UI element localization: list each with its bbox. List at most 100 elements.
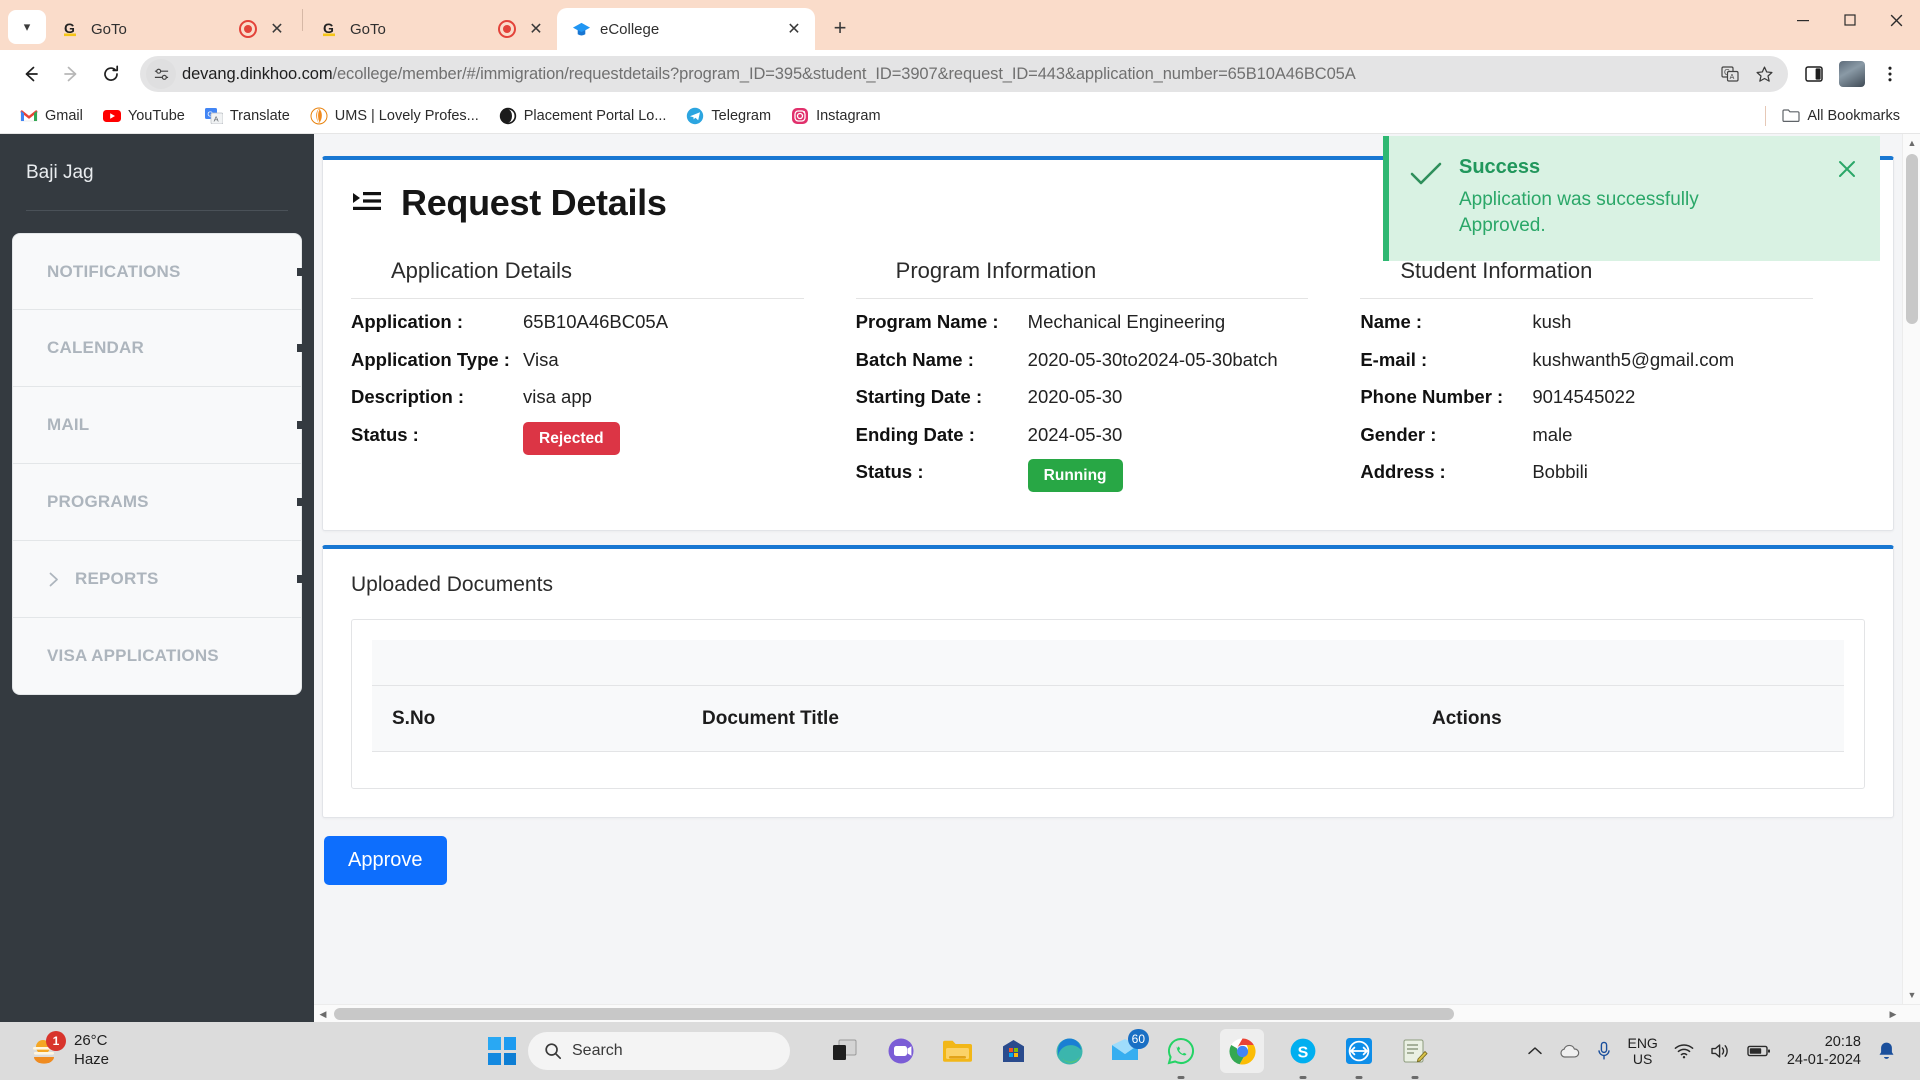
horizontal-scroll-thumb[interactable] <box>334 1008 1454 1020</box>
vertical-scroll-thumb[interactable] <box>1906 154 1918 324</box>
program-information-column: Program Information Program Name : Mecha… <box>855 258 1361 504</box>
browser-tab-2[interactable]: G GoTo ✕ <box>307 8 557 50</box>
maximize-button[interactable] <box>1826 0 1873 40</box>
section-divider <box>855 298 1309 299</box>
language-indicator[interactable]: ENG US <box>1627 1035 1657 1067</box>
new-tab-button[interactable]: + <box>825 13 855 43</box>
instagram-icon <box>791 107 809 125</box>
vertical-scrollbar[interactable]: ▲ ▼ <box>1902 134 1920 1022</box>
toast-close-icon[interactable] <box>1832 156 1862 239</box>
volume-icon[interactable] <box>1710 1043 1731 1059</box>
kebab-menu-icon[interactable] <box>1872 56 1908 92</box>
teamviewer-icon[interactable] <box>1342 1034 1376 1079</box>
tab-close-icon[interactable]: ✕ <box>525 18 547 40</box>
bookmark-placement-portal[interactable]: Placement Portal Lo... <box>491 103 675 129</box>
reload-button[interactable] <box>92 55 130 93</box>
main-content: Request Details Application Details Appl… <box>314 134 1920 1022</box>
taskbar-search[interactable]: Search <box>528 1032 790 1070</box>
skype-icon[interactable]: S <box>1286 1034 1320 1079</box>
bookmark-instagram[interactable]: Instagram <box>783 103 888 129</box>
tab-search-icon[interactable]: ▾ <box>8 10 46 44</box>
address-bar[interactable]: devang.dinkhoo.com/ecollege/member/#/imm… <box>140 56 1788 92</box>
sidebar-item-label: REPORTS <box>75 569 159 588</box>
side-panel-icon[interactable] <box>1796 56 1832 92</box>
microsoft-store-icon[interactable] <box>996 1034 1030 1068</box>
status-badge: Running <box>1027 459 1123 493</box>
show-hidden-icons-button[interactable] <box>1527 1045 1543 1057</box>
browser-tab-3[interactable]: eCollege ✕ <box>557 8 815 50</box>
tab-close-icon[interactable]: ✕ <box>783 18 805 40</box>
svg-text:S: S <box>1298 1045 1309 1062</box>
taskbar-weather-widget[interactable]: 1 26°C Haze <box>10 1031 109 1070</box>
student-information-column: Student Information Name : kush E-mail :… <box>1360 258 1865 504</box>
folder-icon <box>1782 107 1800 125</box>
bookmark-ums[interactable]: UMS | Lovely Profes... <box>302 103 487 129</box>
sidebar-divider <box>26 210 288 211</box>
file-explorer-icon[interactable] <box>940 1034 974 1068</box>
bookmark-translate[interactable]: GA Translate <box>197 103 298 129</box>
browser-window: ▾ G GoTo ✕ G GoTo ✕ eCollege ✕ + devang.… <box>0 0 1920 1022</box>
mail-icon[interactable]: 60 <box>1108 1029 1149 1068</box>
scroll-left-arrow[interactable]: ◀ <box>314 1005 332 1022</box>
close-button[interactable] <box>1873 0 1920 40</box>
documents-filter-row[interactable] <box>372 640 1844 687</box>
teams-icon[interactable] <box>884 1034 918 1068</box>
field-label: E-mail : <box>1360 348 1428 370</box>
back-button[interactable] <box>12 55 50 93</box>
bookmark-label: Instagram <box>816 107 881 124</box>
sidebar-item-reports[interactable]: REPORTS <box>12 541 307 618</box>
taskbar-center: Search 60 S <box>488 1029 1432 1079</box>
horizontal-scrollbar[interactable]: ◀ ▶ <box>314 1004 1920 1022</box>
goto-icon: G <box>321 19 341 39</box>
translate-icon[interactable]: GA <box>1714 58 1746 90</box>
bookmark-telegram[interactable]: Telegram <box>678 103 779 129</box>
bookmark-gmail[interactable]: Gmail <box>12 103 91 129</box>
documents-empty-body <box>352 752 1864 788</box>
notepad-icon[interactable] <box>1398 1034 1432 1079</box>
scroll-up-arrow[interactable]: ▲ <box>1903 134 1920 152</box>
approve-button[interactable]: Approve <box>324 836 447 886</box>
column-header-document-title[interactable]: Document Title <box>702 708 1432 730</box>
microphone-icon[interactable] <box>1597 1041 1611 1061</box>
sidebar-item-calendar[interactable]: CALENDAR <box>12 310 307 387</box>
sidebar-item-programs[interactable]: PROGRAMS <box>12 464 307 541</box>
bookmark-youtube[interactable]: YouTube <box>95 103 193 129</box>
language-line2: US <box>1632 1051 1653 1067</box>
chrome-icon[interactable] <box>1220 1029 1264 1073</box>
placement-icon <box>499 107 517 125</box>
column-header-sno[interactable]: S.No <box>372 708 702 730</box>
avatar[interactable] <box>1834 56 1870 92</box>
scroll-right-arrow[interactable]: ▶ <box>1884 1005 1902 1022</box>
sidebar-item-mail[interactable]: MAIL <box>12 387 307 464</box>
browser-tab-1[interactable]: G GoTo ✕ <box>48 8 298 50</box>
telegram-icon <box>686 107 704 125</box>
task-view-icon[interactable] <box>828 1034 862 1068</box>
whatsapp-icon[interactable] <box>1164 1034 1198 1079</box>
battery-icon[interactable] <box>1747 1044 1771 1058</box>
address-bar-text: devang.dinkhoo.com/ecollege/member/#/imm… <box>182 65 1714 84</box>
uploaded-documents-body: S.No Document Title Actions <box>323 619 1893 817</box>
sidebar-item-visa-applications[interactable]: VISA APPLICATIONS <box>12 618 302 695</box>
running-indicator <box>1299 1076 1307 1079</box>
all-bookmarks-button[interactable]: All Bookmarks <box>1774 103 1908 129</box>
notification-bell-icon[interactable] <box>1877 1041 1896 1061</box>
forward-button[interactable] <box>52 55 90 93</box>
start-button[interactable] <box>488 1037 516 1065</box>
site-settings-icon[interactable] <box>146 59 176 89</box>
svg-text:A: A <box>213 114 218 123</box>
svg-text:A: A <box>1730 74 1735 81</box>
field-student-gender: Gender : male <box>1360 422 1813 448</box>
minimize-button[interactable] <box>1779 0 1826 40</box>
sidebar-item-notifications[interactable]: NOTIFICATIONS <box>12 233 307 310</box>
scroll-down-arrow[interactable]: ▼ <box>1903 986 1920 1004</box>
field-value: kushwanth5@gmail.com <box>1532 348 1735 370</box>
edge-icon[interactable] <box>1052 1034 1086 1068</box>
wifi-icon[interactable] <box>1674 1043 1694 1059</box>
bookmark-star-icon[interactable] <box>1748 58 1780 90</box>
onedrive-icon[interactable] <box>1559 1044 1581 1059</box>
tab-close-icon[interactable]: ✕ <box>266 18 288 40</box>
column-header-actions[interactable]: Actions <box>1432 708 1844 730</box>
section-divider <box>351 298 804 299</box>
taskbar-clock[interactable]: 20:18 24-01-2024 <box>1787 1033 1861 1069</box>
language-line1: ENG <box>1627 1034 1658 1051</box>
